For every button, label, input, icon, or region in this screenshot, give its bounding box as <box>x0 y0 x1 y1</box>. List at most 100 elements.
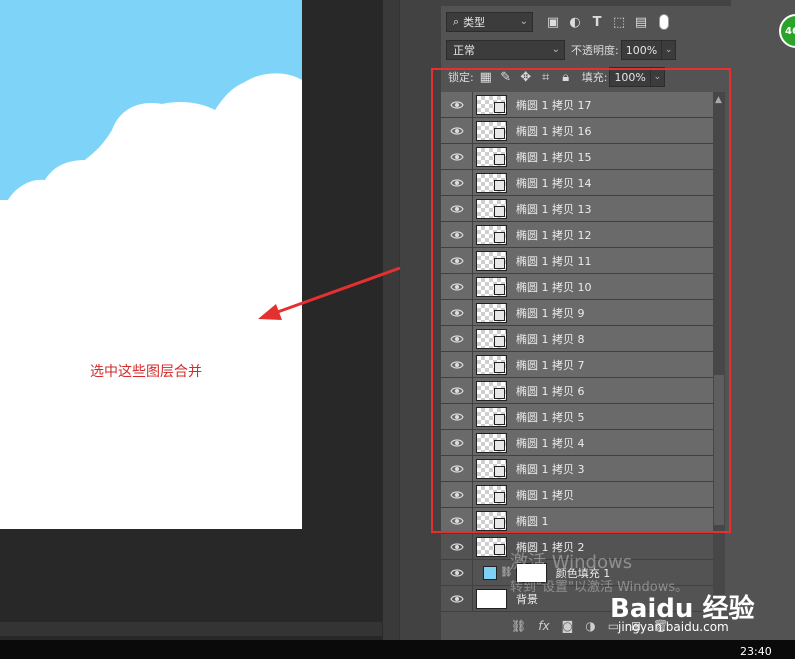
eye-icon[interactable] <box>441 481 473 508</box>
opacity-input[interactable]: 100% <box>620 40 663 60</box>
eye-icon[interactable] <box>441 351 473 378</box>
eye-icon[interactable] <box>441 403 473 430</box>
layer-row[interactable]: 椭圆 1 拷贝 6 <box>441 377 713 404</box>
layer-name: 椭圆 1 拷贝 2 <box>516 540 585 554</box>
taskbar-clock[interactable]: 23:40 <box>740 645 772 658</box>
eye-icon[interactable] <box>441 533 473 560</box>
layer-thumbnail[interactable] <box>476 172 507 193</box>
eye-icon[interactable] <box>441 143 473 170</box>
fill-input[interactable]: 100% <box>609 67 651 87</box>
layer-name: 椭圆 1 拷贝 17 <box>516 98 592 112</box>
eye-icon[interactable] <box>441 221 473 248</box>
mask-icon[interactable]: ◙ <box>562 619 574 633</box>
layer-row[interactable]: 椭圆 1 拷贝 9 <box>441 299 713 326</box>
eye-icon[interactable] <box>441 429 473 456</box>
layer-thumbnail[interactable] <box>476 94 507 115</box>
lock-position-icon[interactable]: ✥ <box>516 67 536 87</box>
lock-transparency-icon[interactable]: ▦ <box>476 67 496 87</box>
layer-row[interactable]: 椭圆 1 拷贝 5 <box>441 403 713 430</box>
lock-label: 锁定: <box>448 71 474 84</box>
fill-color-swatch[interactable] <box>483 565 497 580</box>
layer-thumbnail[interactable] <box>476 588 507 609</box>
layer-thumbnail[interactable] <box>476 458 507 479</box>
canvas-vertical-scrollbar[interactable] <box>382 0 399 640</box>
taskbar <box>0 640 795 659</box>
image-filter-icon[interactable]: ▣ <box>543 12 563 32</box>
canvas-horizontal-scrollbar[interactable] <box>0 622 382 636</box>
layer-row[interactable]: 椭圆 1 拷贝 17 <box>441 91 713 118</box>
group-icon[interactable]: ▭ <box>608 619 619 633</box>
fx-icon[interactable]: fx <box>538 619 549 633</box>
layer-thumbnail[interactable] <box>476 406 507 427</box>
layer-row[interactable]: 椭圆 1 拷贝 8 <box>441 325 713 352</box>
eye-icon[interactable] <box>441 247 473 274</box>
layer-mask-thumbnail[interactable] <box>515 562 547 583</box>
eye-icon[interactable] <box>441 377 473 404</box>
layer-thumbnail[interactable] <box>476 510 507 531</box>
layer-row[interactable]: 椭圆 1 拷贝 12 <box>441 221 713 248</box>
shape-filter-icon[interactable]: ⬚ <box>609 12 629 32</box>
layer-row[interactable]: 椭圆 1 拷贝 16 <box>441 117 713 144</box>
layer-thumbnail[interactable] <box>476 120 507 141</box>
layer-row[interactable]: 椭圆 1 拷贝 2 <box>441 533 713 560</box>
layers-scroll-thumb[interactable] <box>714 375 724 525</box>
filter-toggle[interactable] <box>659 14 669 30</box>
layers-scrollbar[interactable]: ▲ <box>713 92 725 612</box>
layer-row[interactable]: 椭圆 1 拷贝 15 <box>441 143 713 170</box>
lock-all-icon[interactable]: 🔒︎ <box>556 67 576 87</box>
scroll-up-icon[interactable]: ▲ <box>715 95 722 105</box>
layer-row[interactable]: 椭圆 1 拷贝 13 <box>441 195 713 222</box>
layer-row[interactable]: 椭圆 1 拷贝 <box>441 481 713 508</box>
link-icon[interactable]: ⛓ <box>511 619 526 633</box>
fill-dropdown[interactable]: ⌄ <box>650 67 665 87</box>
canvas-area[interactable]: 选中这些图层合并 <box>0 0 382 640</box>
layer-row[interactable]: 椭圆 1 拷贝 11 <box>441 247 713 274</box>
eye-icon[interactable] <box>441 325 473 352</box>
eye-icon[interactable] <box>441 195 473 222</box>
layer-thumbnail[interactable] <box>476 146 507 167</box>
blend-mode-select[interactable]: 正常 ⌄ <box>446 40 565 60</box>
eye-icon[interactable] <box>441 585 473 612</box>
document-canvas[interactable]: 选中这些图层合并 <box>0 0 302 529</box>
layer-thumbnail[interactable] <box>476 250 507 271</box>
layer-thumbnail[interactable] <box>476 536 507 557</box>
eye-icon[interactable] <box>441 273 473 300</box>
shape-layer-icon <box>494 387 505 399</box>
layer-name: 椭圆 1 拷贝 13 <box>516 202 592 216</box>
eye-icon[interactable] <box>441 299 473 326</box>
layer-row[interactable]: 椭圆 1 拷贝 4 <box>441 429 713 456</box>
eye-icon[interactable] <box>441 455 473 482</box>
layer-thumbnail[interactable] <box>476 432 507 453</box>
layer-thumbnail[interactable] <box>476 302 507 323</box>
layer-row[interactable]: 椭圆 1 <box>441 507 713 534</box>
adjustment-layer-icon[interactable]: ◑ <box>585 619 595 633</box>
layer-thumbnail[interactable] <box>476 354 507 375</box>
trash-icon[interactable]: 🗑︎ <box>653 619 668 633</box>
layer-row[interactable]: 椭圆 1 拷贝 7 <box>441 351 713 378</box>
lock-pixels-icon[interactable]: ✎ <box>496 67 516 87</box>
layer-thumbnail[interactable] <box>476 276 507 297</box>
layer-thumbnail[interactable] <box>476 380 507 401</box>
new-layer-icon[interactable]: ⊞ <box>631 619 641 633</box>
layer-thumbnail[interactable] <box>476 224 507 245</box>
layer-row[interactable]: 椭圆 1 拷贝 14 <box>441 169 713 196</box>
layer-thumbnail[interactable] <box>476 484 507 505</box>
layer-row[interactable]: ⛓ 颜色填充 1 <box>441 559 713 586</box>
smart-object-filter-icon[interactable]: ▤ <box>631 12 651 32</box>
lock-artboard-icon[interactable]: ⌗ <box>536 67 556 87</box>
layer-row[interactable]: 椭圆 1 拷贝 3 <box>441 455 713 482</box>
adjustment-filter-icon[interactable]: ◐ <box>565 12 585 32</box>
eye-icon[interactable] <box>441 117 473 144</box>
eye-icon[interactable] <box>441 559 473 586</box>
eye-icon[interactable] <box>441 91 473 118</box>
eye-icon[interactable] <box>441 169 473 196</box>
layer-thumbnail[interactable] <box>476 328 507 349</box>
layer-row[interactable]: 椭圆 1 拷贝 10 <box>441 273 713 300</box>
eye-icon[interactable] <box>441 507 473 534</box>
layer-row[interactable]: 背景 <box>441 585 713 612</box>
layer-thumbnail[interactable] <box>476 198 507 219</box>
type-filter-icon[interactable]: T <box>587 12 607 32</box>
opacity-dropdown[interactable]: ⌄ <box>662 40 677 60</box>
search-icon: ⌕ <box>453 15 460 28</box>
layer-filter-select[interactable]: ⌕ 类型 ⌄ <box>446 12 533 32</box>
